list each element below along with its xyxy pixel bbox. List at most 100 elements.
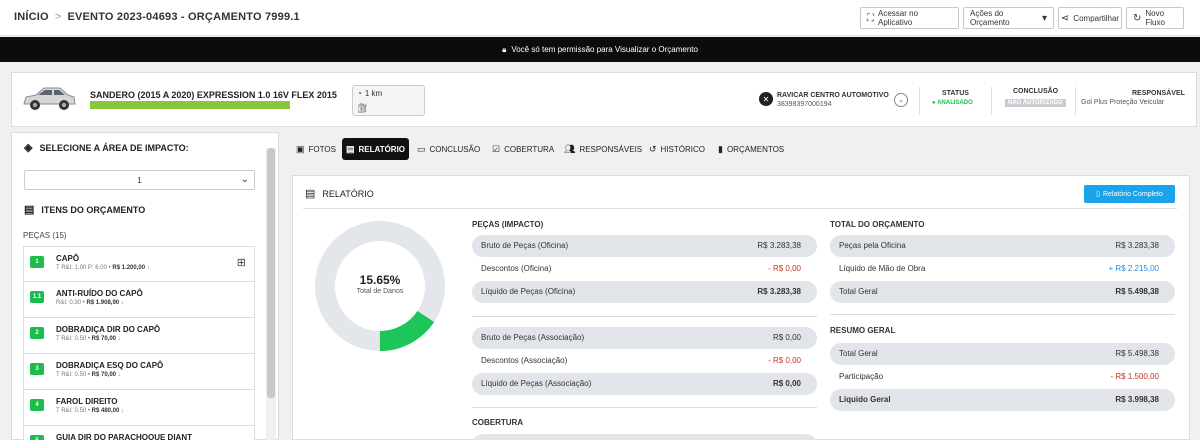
row-value: R$ 3.283,38 [757,241,801,250]
vehicle-title: SANDERO (2015 A 2020) EXPRESSION 1.0 16V… [90,90,337,100]
tab-fotos[interactable]: ▣ FOTOS [292,138,340,160]
full-report-button[interactable]: ▯ Relatório Completo [1084,185,1175,203]
row-label: Descontos (Associação) [481,356,568,365]
item-name: DOBRADIÇA ESQ DO CAPÔ [56,361,164,370]
lock-icon: 🔒︎ [502,44,507,54]
report-row: Descontos (Oficina) - R$ 0,00 [472,258,817,280]
summary-heading: RESUMO GERAL [830,326,896,335]
vehicle-progress-bar [90,101,290,109]
permission-banner: 🔒︎ Você só tem permissão para Visualizar … [0,37,1200,62]
tab-orcamentos[interactable]: ▮ ORÇAMENTOS [714,138,788,160]
mileage-value: 1 km [364,89,383,98]
budget-items-heading: ▤ ITENS DO ORÇAMENTO [24,204,146,216]
report-panel: ▤ RELATÓRIO ▯ Relatório Completo 15.65% To… [292,175,1190,440]
garage-name: RAVICAR CENTRO AUTOMOTIVO [777,92,889,99]
report-row: Peças pela Oficina R$ 3.283,38 [830,235,1175,257]
tab-conclusao[interactable]: ▭ CONCLUSÃO [413,138,484,160]
tab-historico[interactable]: ↺ HISTÓRICO [645,138,709,160]
list-item[interactable]: 3 DOBRADIÇA ESQ DO CAPÔ T R&I: 0.50 • R$ … [23,354,255,390]
status-label: STATUS [942,90,969,97]
row-label: Total Geral [839,287,878,296]
tab-cobertura[interactable]: ☑ COBERTURA [488,138,558,160]
hierarchy-icon[interactable]: ⊞ [237,256,246,269]
row-value: R$ 0,00 [772,379,801,388]
comment-icon: ▭ [417,143,426,154]
arrow-down-icon: ↓ [117,336,121,342]
row-label: Peças pela Oficina [839,241,906,250]
divider [1075,87,1076,115]
row-value: R$ 3.283,38 [1115,241,1159,250]
garage-chevron-down-icon[interactable]: ⌄ [894,93,908,107]
report-row: Líquido Geral R$ 3.998,38 [830,389,1175,411]
car-icon [23,87,76,110]
breadcrumb-home[interactable]: INÍCIO [14,11,49,23]
item-name: ANTI-RUÍDO DO CAPÔ [56,289,143,298]
report-row: Descontos (Associação) - R$ 0,00 [472,350,817,372]
item-number-badge: 3 [30,363,44,375]
breadcrumb-separator: > [54,11,62,23]
item-detail: T R&I: 0.50 • R$ 70,00 ↓ [56,336,121,342]
divider [830,314,1175,315]
impact-area-heading: ◈ SELECIONE A ÁREA DE IMPACTO: [24,142,189,154]
report-title: ▤ RELATÓRIO [305,188,374,200]
checklist-icon: ☑ [492,143,501,154]
row-value: R$ 3.283,38 [757,287,801,296]
item-name: DOBRADIÇA DIR DO CAPÔ [56,325,161,334]
parts-impact-heading: PEÇAS (IMPACTO) [472,220,544,229]
clipboard-icon: ▤ [346,143,355,154]
report-row: Bruto de Peças (Associação) R$ 0,00 [472,327,817,349]
report-row: Bruto de Peças (Oficina) R$ 3.283,38 [472,235,817,257]
scrollbar-thumb[interactable] [267,148,275,398]
row-label: Líquido de Peças (Associação) [481,379,592,388]
arrow-down-icon: ↓ [117,372,121,378]
list-item[interactable]: 1.1 ANTI-RUÍDO DO CAPÔ R&I: 0.30 • R$ 1.9… [23,282,255,318]
list-item[interactable]: 2 DOBRADIÇA DIR DO CAPÔ T R&I: 0.50 • R$ … [23,318,255,354]
parts-list: 1 CAPÔ T R&I: 1.00 P: 6.00 • R$ 1.200,00 … [23,246,255,440]
damage-percentage: 15.65% [359,273,401,287]
share-icon: ⋖ [1060,12,1070,24]
item-detail: T R&I: 0.50 • R$ 70,00 ↓ [56,372,121,378]
divider [472,316,817,317]
report-row: Total Geral R$ 5.498,38 [830,343,1175,365]
conclusion-label: CONCLUSÃO [1013,88,1059,95]
item-number-badge: 5 [30,435,44,440]
share-button[interactable]: ⋖ Compartilhar [1058,7,1122,29]
chevron-down-icon: ⌄ [240,174,249,185]
impact-area-select[interactable]: 1 ⌄ [24,170,255,190]
document-icon: ▯ [1096,191,1100,198]
app-access-button[interactable]: ⛶ Acessar no Aplicativo [860,7,959,29]
caret-down-icon: ▾ [1041,12,1047,24]
left-scrollbar[interactable] [266,148,276,440]
tab-relatorio[interactable]: ▤ RELATÓRIO [342,138,410,160]
divider [919,87,920,115]
fuel-icon: ⛽︎ [357,103,369,113]
speedometer-icon: ◔ [357,89,362,98]
wrench-icon: ✕ [759,92,773,106]
row-label: Descontos (Oficina) [481,264,552,273]
arrow-down-icon: ↓ [146,265,150,271]
users-icon: 👥︎ [564,143,576,154]
left-panel: ◈ SELECIONE A ÁREA DE IMPACTO: 1 ⌄ ▤ ITENS … [11,132,279,440]
report-row: Participação - R$ 1.500,00 [830,366,1175,388]
conclusion-badge: NÃO AUTORIZADO [1005,99,1066,107]
clipboard-icon: ▤ [24,204,35,216]
tab-responsaveis[interactable]: 👥︎ RESPONSÁVEIS [560,138,646,160]
qr-icon: ⛶ [867,12,874,24]
new-flow-button[interactable]: ↻ Novo Fluxo [1126,7,1184,29]
list-item[interactable]: 5 GUIA DIR DO PARACHOQUE DIANT [23,426,255,440]
list-item[interactable]: 4 FAROL DIREITO T R&I: 0.50 • R$ 480,00 ↓ [23,390,255,426]
vehicle-header: SANDERO (2015 A 2020) EXPRESSION 1.0 16V… [11,72,1197,127]
row-value: - R$ 1.500,00 [1110,372,1159,381]
list-item[interactable]: 1 CAPÔ T R&I: 1.00 P: 6.00 • R$ 1.200,00 … [23,246,255,282]
report-row: Total Geral R$ 5.498,38 [830,281,1175,303]
item-detail: R&I: 0.30 • R$ 1.908,90 ↓ [56,300,124,306]
budget-total-heading: TOTAL DO ORÇAMENTO [830,220,925,229]
row-value: R$ 0,00 [772,333,801,342]
coverage-heading: COBERTURA [472,418,524,427]
divider [472,407,817,408]
budget-actions-button[interactable]: Ações do Orçamento ▾ [963,7,1054,29]
item-number-badge: 4 [30,399,44,411]
row-label: Bruto de Peças (Oficina) [481,241,569,250]
refresh-icon: ↻ [1133,12,1142,24]
top-bar: INÍCIO > EVENTO 2023-04693 - ORÇAMENTO 799… [0,0,1200,36]
